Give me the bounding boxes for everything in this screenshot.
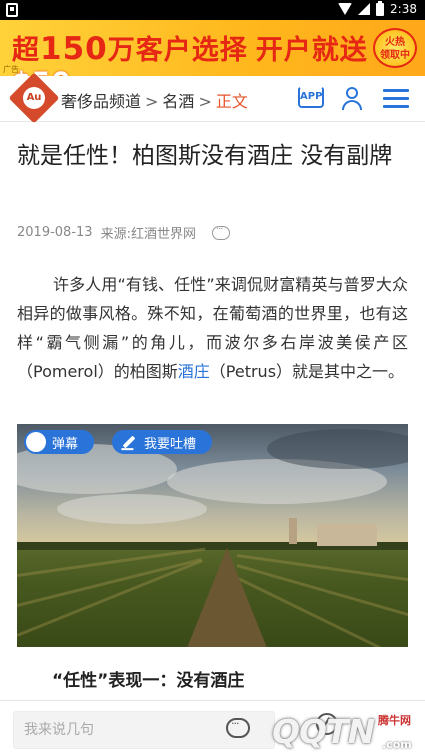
ad-prefix: 超 — [12, 35, 40, 66]
user-icon-body — [342, 100, 362, 110]
paragraph-text-after: （Petrus）就是其中之一。 — [209, 362, 405, 381]
pencil-icon — [122, 435, 136, 449]
user-icon-head — [346, 87, 358, 99]
breadcrumb-item-channel[interactable]: 奢侈品频道 — [61, 92, 141, 111]
bottom-bar: 我来说几句 — [0, 700, 425, 756]
site-logo-text: Au — [23, 87, 45, 109]
article-title: 就是任性！柏图斯没有酒庄 没有副牌 — [17, 143, 393, 169]
menu-bar — [383, 89, 409, 92]
tucao-button[interactable]: 我要吐槽 — [112, 430, 212, 454]
signal-icon — [358, 3, 371, 15]
ad-banner[interactable]: 超150万客户选择开户就送 $50 火热 领取中 广告 — [0, 20, 425, 76]
status-bar: 2:38 — [0, 0, 425, 20]
comment-count-icon[interactable] — [211, 224, 230, 240]
image-tower — [289, 518, 297, 544]
article-image[interactable]: 弹幕 我要吐槽 — [17, 424, 408, 647]
image-path — [187, 548, 267, 647]
ad-text-1: 万客户选择 — [107, 35, 248, 66]
danmu-label: 弹幕 — [52, 436, 79, 452]
breadcrumb-separator: > — [198, 92, 212, 111]
breadcrumb-item-category[interactable]: 名酒 — [162, 92, 194, 111]
ad-badge-line2: 领取中 — [380, 50, 410, 61]
image-cloud — [57, 494, 207, 524]
chateau-link[interactable]: 酒庄 — [178, 362, 210, 381]
ad-tag: 广告 — [3, 65, 19, 74]
ad-headline: 超150万客户选择开户就送 $50 — [12, 28, 425, 76]
battery-icon — [376, 0, 385, 16]
ad-badge-line1: 火热 — [385, 37, 405, 48]
app-download-icon[interactable]: APP — [298, 86, 324, 112]
article-source: 来源:红酒世界网 — [100, 227, 196, 242]
share-icon[interactable] — [316, 713, 338, 735]
menu-bar — [383, 105, 409, 108]
breadcrumb: 奢侈品频道 > 名酒 > 正文 — [61, 88, 248, 112]
comment-icon[interactable] — [226, 717, 250, 738]
breadcrumb-separator: > — [145, 92, 159, 111]
danmu-toggle[interactable]: 弹幕 — [24, 430, 94, 454]
article-meta: 2019-08-13 来源:红酒世界网 — [17, 223, 230, 242]
status-time: 2:38 — [390, 2, 417, 16]
menu-icon[interactable] — [383, 89, 409, 109]
menu-bar — [383, 97, 409, 100]
app-label: APP — [298, 86, 324, 108]
article-paragraph: 许多人用“有钱、任性”来调侃财富精英与普罗大众相异的做事风格。殊不知，在葡萄酒的… — [17, 270, 408, 386]
nav-header: Au 奢侈品频道 > 名酒 > 正文 APP — [0, 72, 425, 124]
breadcrumb-item-current: 正文 — [215, 92, 248, 111]
ad-text-2: 开户就送 — [255, 35, 368, 66]
ad-badge[interactable]: 火热 领取中 — [373, 28, 417, 68]
wifi-icon — [338, 3, 353, 15]
status-right: 2:38 — [338, 0, 417, 16]
article-date: 2019-08-13 — [17, 225, 93, 240]
tucao-label: 我要吐槽 — [144, 436, 197, 452]
image-chateau — [317, 524, 377, 546]
sim-card-icon — [6, 3, 18, 17]
ad-number: 150 — [40, 31, 108, 67]
user-icon[interactable] — [341, 87, 363, 111]
ad-amount: $50 — [12, 67, 71, 76]
article-subheading: “任性”表现一：没有酒庄 — [52, 671, 245, 691]
toggle-knob — [26, 432, 46, 452]
